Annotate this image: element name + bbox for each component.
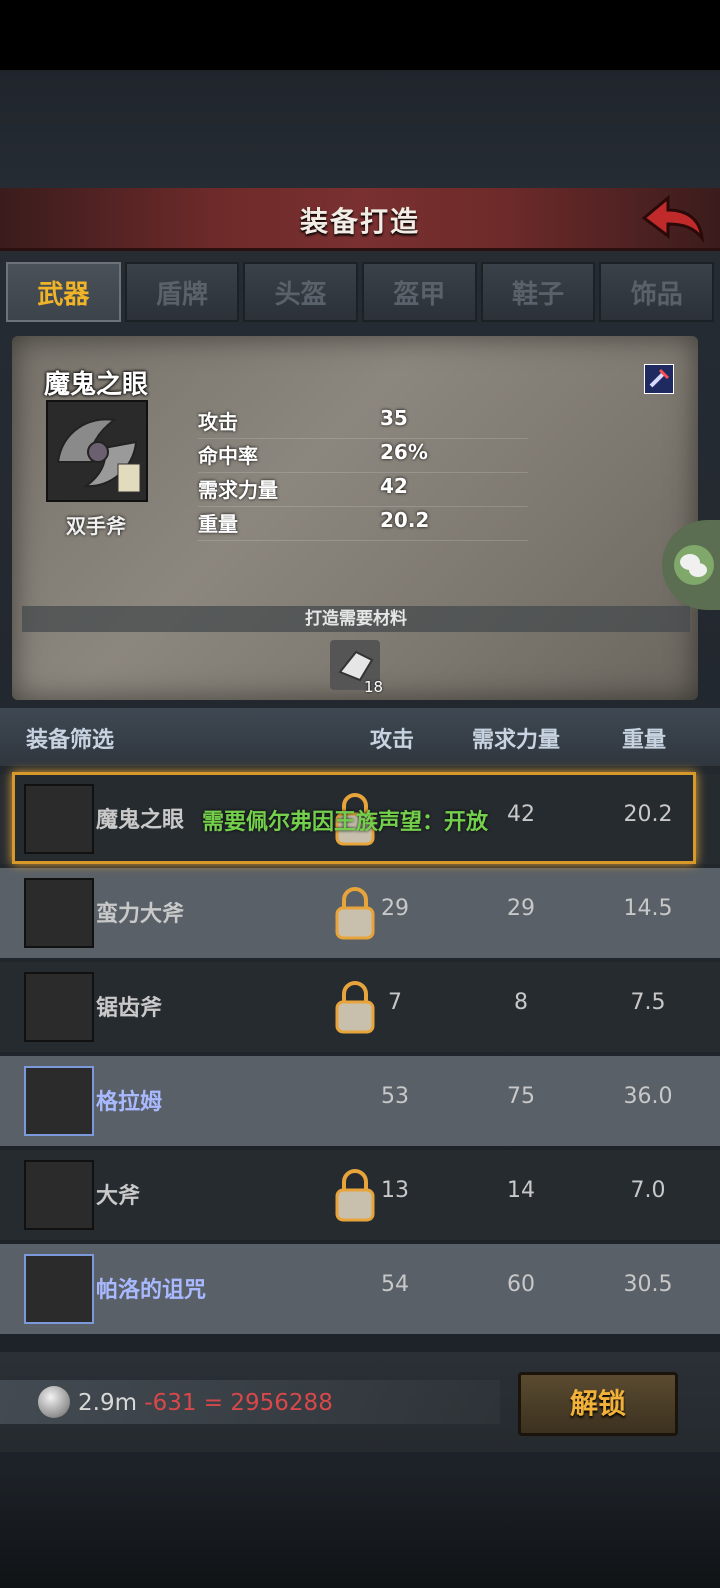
- row-name: 格拉姆: [96, 1090, 163, 1115]
- stat-label: 重量: [198, 512, 238, 536]
- row-weight: 7.0: [630, 1178, 666, 1203]
- axe-icon: [24, 1066, 94, 1136]
- stat-row: 攻击 35: [198, 406, 528, 439]
- table-header: 装备筛选 攻击 需求力量 重量: [0, 708, 720, 766]
- table-row[interactable]: 格拉姆 53 75 36.0: [0, 1056, 720, 1146]
- table-row[interactable]: 蛮力大斧 29 29 14.5: [0, 868, 720, 958]
- tab-shield[interactable]: 盾牌: [124, 262, 240, 322]
- tab-helmet[interactable]: 头盔: [243, 262, 359, 322]
- axe-icon: [24, 878, 94, 948]
- tab-weapon[interactable]: 武器: [6, 262, 121, 322]
- stat-row: 命中率 26%: [198, 440, 528, 473]
- item-icon: [46, 400, 148, 502]
- row-attack: 54: [381, 1272, 409, 1297]
- row-weight: 30.5: [623, 1272, 673, 1297]
- title-bar: 装备打造: [0, 188, 720, 251]
- row-attack: 29: [381, 896, 409, 921]
- row-strength: 60: [507, 1272, 535, 1297]
- row-attack: 53: [381, 1084, 409, 1109]
- axe-icon: [24, 1160, 94, 1230]
- row-strength: 14: [507, 1178, 535, 1203]
- material-count: 18: [364, 678, 384, 696]
- row-name: 大斧: [96, 1184, 141, 1209]
- chat-float-button[interactable]: [662, 520, 720, 610]
- row-strength: 75: [507, 1084, 535, 1109]
- axe-icon: [24, 972, 94, 1042]
- money-cost: -631 = 2956288: [144, 1390, 333, 1416]
- money-amount: 2.9m: [78, 1390, 137, 1416]
- row-name: 蛮力大斧: [96, 902, 185, 927]
- status-bar-area: [0, 0, 720, 70]
- back-arrow-icon[interactable]: [640, 194, 706, 244]
- axe-icon: [56, 418, 141, 493]
- category-tabs: 武器 盾牌 头盔 盔甲 鞋子 饰品: [6, 262, 715, 324]
- tab-accessory[interactable]: 饰品: [599, 262, 715, 322]
- axe-icon: [24, 1254, 94, 1324]
- item-name: 魔鬼之眼: [44, 370, 149, 400]
- item-type: 双手斧: [66, 514, 126, 538]
- table-row[interactable]: 锯齿斧 7 8 7.5: [0, 962, 720, 1052]
- row-name: 锯齿斧: [96, 996, 163, 1021]
- materials-label: 打造需要材料: [22, 606, 690, 632]
- stat-label: 命中率: [198, 444, 258, 468]
- money-display: 2.9m -631 = 2956288: [78, 1390, 333, 1416]
- stat-value: 42: [380, 474, 408, 498]
- filter-header[interactable]: 装备筛选: [26, 722, 114, 754]
- strength-header[interactable]: 需求力量: [472, 722, 560, 754]
- stat-row: 需求力量 42: [198, 474, 528, 507]
- silver-coin-icon: [38, 1386, 70, 1418]
- stat-row: 重量 20.2: [198, 508, 528, 541]
- row-weight: 36.0: [623, 1084, 673, 1109]
- stat-value: 35: [380, 406, 408, 430]
- tab-armor[interactable]: 盔甲: [362, 262, 477, 322]
- row-attack: 7: [388, 990, 402, 1015]
- stat-value: 26%: [380, 440, 428, 464]
- row-name: 帕洛的诅咒: [96, 1278, 207, 1303]
- tab-boots[interactable]: 鞋子: [480, 262, 596, 322]
- stat-label: 攻击: [198, 410, 238, 434]
- unlock-requirement-message: 需要佩尔弗因王族声望：开放: [202, 810, 489, 835]
- unlock-button[interactable]: 解锁: [518, 1372, 678, 1436]
- row-weight: 7.5: [630, 990, 666, 1015]
- row-attack: 13: [381, 1178, 409, 1203]
- stat-value: 20.2: [380, 508, 430, 532]
- weight-header[interactable]: 重量: [622, 722, 666, 754]
- hammer-icon[interactable]: [644, 364, 674, 394]
- row-strength: 29: [507, 896, 535, 921]
- table-row[interactable]: 大斧 13 14 7.0: [0, 1150, 720, 1240]
- page-title: 装备打造: [299, 205, 420, 238]
- chat-icon: [674, 545, 714, 585]
- row-weight: 14.5: [623, 896, 673, 921]
- stat-label: 需求力量: [198, 478, 278, 502]
- row-strength: 8: [514, 990, 528, 1015]
- attack-header[interactable]: 攻击: [370, 722, 414, 754]
- table-row[interactable]: 帕洛的诅咒 54 60 30.5: [0, 1244, 720, 1334]
